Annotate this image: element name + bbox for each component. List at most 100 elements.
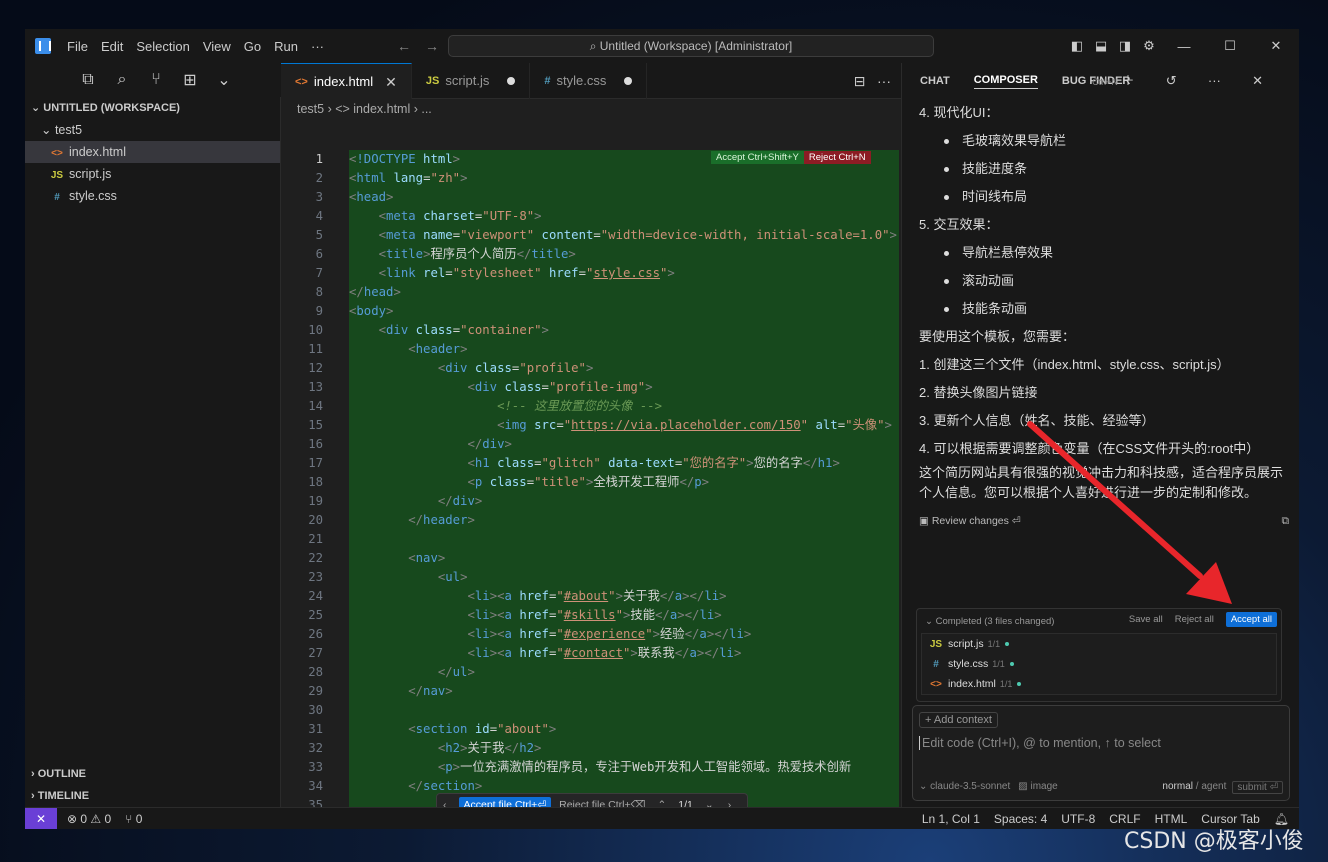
menu-run[interactable]: Run (274, 39, 298, 54)
menu-file[interactable]: File (67, 39, 88, 54)
line-number: 9 (315, 304, 323, 318)
activity-bar: ⧉ ⌕ ⑂ ⊞ ⌄ (25, 63, 281, 97)
changes-title: Completed (3 files changed) (935, 615, 1055, 627)
accept-change-button[interactable]: Accept Ctrl+Shift+Y (711, 151, 804, 164)
bullet-item: 技能条动画 (919, 295, 1287, 323)
line-number: 27 (308, 646, 323, 660)
nav-arrows[interactable]: ←→ (397, 38, 453, 54)
menu-selection[interactable]: Selection (136, 39, 189, 54)
submit-button[interactable]: submit ⏎ (1232, 781, 1283, 794)
file-item-script-js[interactable]: JS script.js (25, 163, 280, 185)
paragraph: 4. 可以根据需要调整颜色变量（在CSS文件开头的:root中） (919, 441, 1260, 456)
gear-icon[interactable]: ⚙ (1137, 38, 1161, 54)
folder-test5[interactable]: ⌄ test5 (25, 119, 280, 141)
editor-tabs: <> index.html ✕ JS script.js # style.css ⊟ ·… (281, 63, 901, 99)
line-number: 26 (308, 627, 323, 641)
timeline-section[interactable]: › TIMELINE (25, 785, 281, 807)
unsaved-dot-icon[interactable] (507, 77, 516, 85)
outline-section[interactable]: › OUTLINE (25, 763, 281, 785)
save-all-button[interactable]: Save all (1129, 614, 1163, 625)
copy-icon[interactable]: ⧉ (1282, 515, 1290, 528)
minimize-button[interactable]: — (1161, 39, 1207, 54)
menu-bar: File Edit Selection View Go Run ··· (67, 39, 337, 54)
watermark: CSDN @极客小俊 (1124, 829, 1304, 854)
ports-indicator[interactable]: ⑂ 0 (125, 812, 142, 826)
cursor-position[interactable]: Ln 1, Col 1 (922, 808, 980, 829)
command-center-search[interactable]: ⌕ Untitled (Workspace) [Administrator] (448, 35, 934, 57)
line-number: 29 (308, 684, 323, 698)
code-line: <!DOCTYPE html> (349, 152, 461, 166)
indentation[interactable]: Spaces: 4 (994, 808, 1047, 829)
line-number: 13 (308, 380, 323, 394)
model-selector[interactable]: ⌄ claude-3.5-sonnet (919, 781, 1010, 794)
code-line: <li><a href="#about">关于我</a></li> (467, 589, 727, 603)
code-line: <li><a href="#contact">联系我</a></li> (467, 646, 742, 660)
accept-all-button[interactable]: Accept all (1225, 612, 1277, 627)
outline-label: OUTLINE (37, 768, 87, 780)
encoding[interactable]: UTF-8 (1061, 808, 1095, 829)
code-line: <ul> (437, 570, 468, 584)
tab-style-css[interactable]: # style.css (530, 63, 648, 99)
file-item-index-html[interactable]: <> index.html (25, 141, 280, 163)
changed-file-index-html[interactable]: <> index.html 1/1 (922, 674, 1276, 694)
changed-file-script-js[interactable]: JS script.js 1/1 (922, 634, 1276, 654)
mode-selector[interactable]: normal / agent (1162, 781, 1226, 794)
composer-input[interactable]: Edit code (Ctrl+I), @ to mention, ↑ to s… (919, 736, 1161, 750)
maximize-button[interactable]: ☐ (1207, 38, 1253, 54)
tab-composer[interactable]: COMPOSER (973, 74, 1038, 89)
changed-file-style-css[interactable]: # style.css 1/1 (922, 654, 1276, 674)
code-line: <html lang="zh"> (349, 171, 468, 185)
change-count: 1/1 (992, 659, 1005, 669)
ai-panel: CHAT COMPOSER BUG FINDER Ctrl+N ＋ ↺ ··· … (901, 63, 1299, 807)
tab-chat[interactable]: CHAT (920, 75, 950, 87)
line-number: 17 (308, 456, 323, 470)
review-changes-button[interactable]: ▣ Review changes ⏎ ⧉ (919, 515, 1290, 528)
remote-icon[interactable]: ✕ (25, 807, 57, 829)
code-line: </div> (437, 494, 483, 508)
toggle-aux-icon[interactable]: ◨ (1113, 38, 1137, 54)
chevron-down-icon[interactable]: ⌄ (207, 70, 241, 90)
explorer-icon[interactable]: ⧉ (71, 71, 105, 89)
menu-go[interactable]: Go (244, 39, 261, 54)
line-number: 12 (308, 361, 323, 375)
tab-label: index.html (313, 73, 374, 89)
css-file-icon: # (544, 75, 551, 87)
split-editor-icon[interactable]: ⊟ (854, 73, 866, 89)
history-icon[interactable]: ↺ (1166, 73, 1177, 88)
close-icon[interactable]: ✕ (385, 64, 397, 100)
problems-indicator[interactable]: ⊗ 0 ⚠ 0 (67, 812, 111, 826)
line-number: 11 (308, 342, 323, 356)
toggle-sidebar-icon[interactable]: ◧ (1065, 38, 1089, 54)
tab-script-js[interactable]: JS script.js (412, 63, 531, 99)
toggle-panel-icon[interactable]: ⬓ (1089, 38, 1113, 54)
file-label: script.js (948, 638, 984, 650)
mode-agent: / agent (1195, 781, 1227, 792)
plus-icon[interactable]: ＋ (1121, 73, 1134, 88)
image-button[interactable]: ▨ image (1018, 781, 1057, 794)
tab-index-html[interactable]: <> index.html ✕ (281, 63, 412, 99)
workspace-header[interactable]: ⌄ UNTITLED (WORKSPACE) (25, 97, 280, 119)
code-view[interactable]: 1 <!DOCTYPE html> 2 <html lang="zh"> 3 <head>… (281, 150, 901, 829)
menu-more[interactable]: ··· (311, 39, 324, 54)
line-number: 18 (308, 475, 323, 489)
file-item-style-css[interactable]: # style.css (25, 185, 280, 207)
close-button[interactable]: ✕ (1253, 38, 1299, 54)
panel-actions: Ctrl+N ＋ ↺ ··· ✕ (1092, 63, 1287, 100)
breadcrumb[interactable]: test5 › <> index.html › ... (281, 99, 901, 120)
bullet-item: 导航栏悬停效果 (919, 239, 1287, 267)
add-context-button[interactable]: + Add context (919, 712, 998, 728)
more-icon[interactable]: ··· (877, 73, 891, 89)
menu-view[interactable]: View (203, 39, 231, 54)
extensions-icon[interactable]: ⊞ (173, 70, 207, 90)
line-number: 3 (315, 190, 323, 204)
reject-all-button[interactable]: Reject all (1175, 614, 1214, 625)
reject-change-button[interactable]: Reject Ctrl+N (803, 151, 871, 164)
source-control-icon[interactable]: ⑂ (139, 71, 173, 89)
menu-edit[interactable]: Edit (101, 39, 123, 54)
composer-input-box: + Add context Edit code (Ctrl+I), @ to m… (912, 705, 1290, 801)
search-icon[interactable]: ⌕ (105, 71, 139, 89)
unsaved-dot-icon[interactable] (624, 77, 633, 85)
close-icon[interactable]: ✕ (1252, 73, 1263, 88)
more-icon[interactable]: ··· (1208, 73, 1221, 88)
status-dot-icon (1017, 682, 1022, 687)
